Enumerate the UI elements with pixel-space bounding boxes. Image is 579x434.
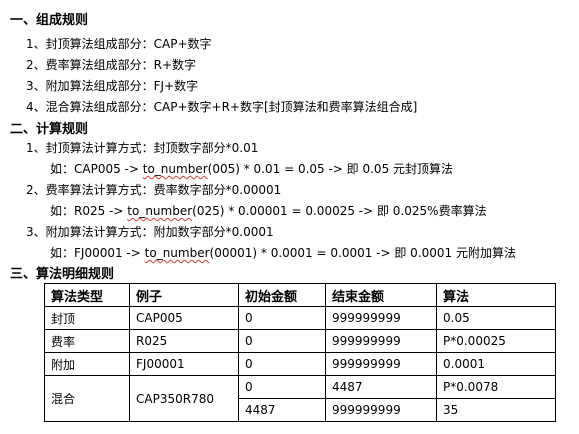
algorithm-detail-table: 算法类型 例子 初始金额 结束金额 算法 封顶 CAP005 0 9999999… — [44, 283, 556, 422]
table-row: 费率 R025 0 999999999 P*0.00025 — [44, 329, 556, 353]
cell-algorithm: 0.0001 — [436, 352, 556, 376]
example-rest: (00001) * 0.0001 = 0.0001 -> 即 0.0001 元附… — [209, 246, 516, 260]
header-algorithm-type: 算法类型 — [44, 283, 130, 307]
table-row: 封顶 CAP005 0 999999999 0.05 — [44, 306, 556, 330]
composition-rule-4: 4、混合算法组成部分：CAP+数字+R+数字[封顶算法和费率算法组合成] — [26, 100, 418, 114]
cell-start: 0 — [238, 306, 326, 330]
cell-algorithm: 0.05 — [436, 306, 556, 330]
cell-algorithm: 35 — [436, 398, 556, 422]
cell-end: 999999999 — [325, 329, 437, 353]
calc-rule-3-example: 如：FJ00001 -> to_number(00001) * 0.0001 =… — [50, 244, 516, 261]
header-example: 例子 — [129, 283, 239, 307]
calc-rule-1-desc: 1、封顶算法计算方式：封顶数字部分*0.01 — [26, 141, 259, 155]
cell-type-mixed: 混合 — [44, 375, 130, 422]
table-row: 附加 FJ00001 0 999999999 0.0001 — [44, 352, 556, 376]
calc-rule-3-desc: 3、附加算法计算方式：附加数字部分*0.0001 — [26, 225, 274, 239]
cell-example: FJ00001 — [129, 352, 239, 376]
cell-start: 0 — [238, 329, 326, 353]
example-prefix: 如：FJ00001 -> — [50, 246, 145, 260]
section3-title: 三、算法明细规则 — [10, 267, 115, 282]
cell-algorithm: P*0.00025 — [436, 329, 556, 353]
calc-rule-1-example: 如：CAP005 -> to_number(005) * 0.01 = 0.05… — [50, 160, 453, 177]
table-header-row: 算法类型 例子 初始金额 结束金额 算法 — [44, 283, 556, 307]
cell-start: 4487 — [238, 398, 326, 422]
composition-rule-2: 2、费率算法组成部分：R+数字 — [26, 58, 197, 72]
cell-example: R025 — [129, 329, 239, 353]
function-name: to_number — [127, 204, 193, 218]
cell-example-mixed: CAP350R780 — [129, 375, 239, 422]
section2-title: 二、计算规则 — [10, 122, 89, 137]
example-rest: (005) * 0.01 = 0.05 -> 即 0.05 元封顶算法 — [207, 162, 454, 176]
header-end-amount: 结束金额 — [325, 283, 437, 307]
calc-rule-2-example: 如：R025 -> to_number(025) * 0.00001 = 0.0… — [50, 202, 487, 219]
document-page: 一、组成规则 1、封顶算法组成部分：CAP+数字 2、费率算法组成部分：R+数字… — [0, 0, 579, 434]
table-row: 混合 CAP350R780 0 4487 P*0.0078 — [44, 375, 556, 422]
function-name: to_number — [144, 246, 210, 260]
cell-end: 4487 — [325, 375, 437, 399]
cell-start: 0 — [238, 352, 326, 376]
function-name: to_number — [142, 162, 208, 176]
example-rest: (025) * 0.00001 = 0.00025 -> 即 0.025%费率算… — [192, 204, 487, 218]
cell-algorithm: P*0.0078 — [436, 375, 556, 399]
example-prefix: 如：R025 -> — [50, 204, 128, 218]
calc-rule-2-desc: 2、费率算法计算方式：费率数字部分*0.00001 — [26, 183, 282, 197]
cell-end: 999999999 — [325, 352, 437, 376]
section1-title: 一、组成规则 — [10, 13, 89, 28]
cell-type: 费率 — [44, 329, 130, 353]
cell-type: 封顶 — [44, 306, 130, 330]
header-algorithm: 算法 — [436, 283, 556, 307]
header-start-amount: 初始金额 — [238, 283, 326, 307]
cell-end: 999999999 — [325, 398, 437, 422]
composition-rule-1: 1、封顶算法组成部分：CAP+数字 — [26, 37, 212, 51]
example-prefix: 如：CAP005 -> — [50, 162, 143, 176]
composition-rule-3: 3、附加算法组成部分：FJ+数字 — [26, 79, 199, 93]
cell-end: 999999999 — [325, 306, 437, 330]
cell-type: 附加 — [44, 352, 130, 376]
cell-start: 0 — [238, 375, 326, 399]
cell-example: CAP005 — [129, 306, 239, 330]
